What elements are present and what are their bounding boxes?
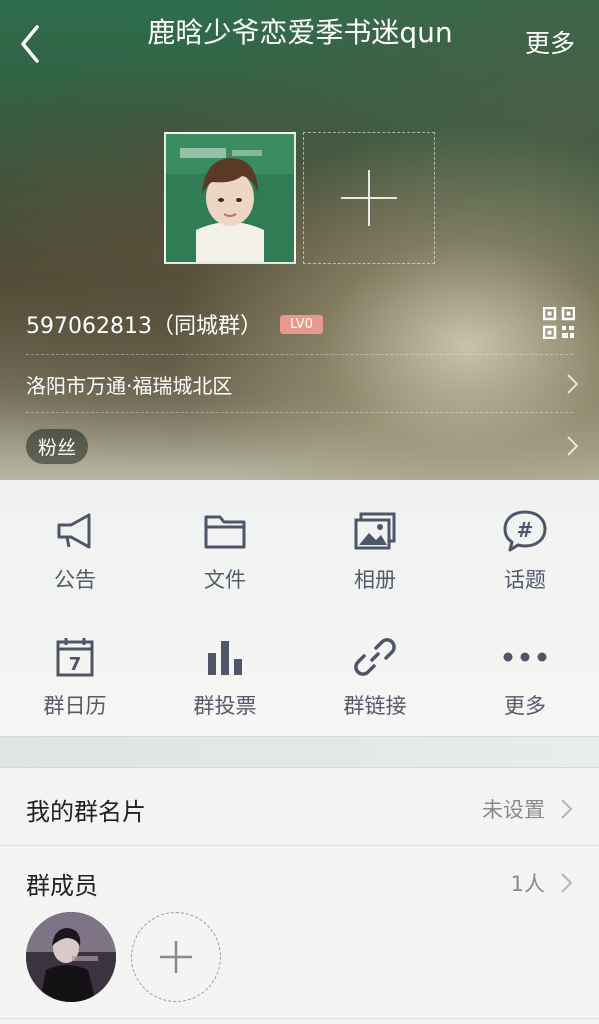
divider (26, 354, 573, 355)
photo-album-icon (352, 508, 398, 554)
my-group-card-value: 未设置 (482, 798, 545, 822)
level-badge: LV0 (279, 314, 323, 334)
divider (0, 845, 599, 846)
group-members-row[interactable]: 群成员 1人 (0, 860, 599, 906)
feature-menu: 公告 文件 相册 # 话题 7 群日历 群投票 群链接 更多 (0, 480, 599, 736)
group-members-label: 群成员 (26, 871, 98, 900)
menu-more[interactable]: 更多 (450, 606, 599, 732)
plus-icon (160, 941, 192, 973)
add-member-button[interactable] (131, 912, 221, 1002)
megaphone-icon (52, 508, 98, 554)
qr-code-icon[interactable] (542, 306, 576, 340)
group-tag-row[interactable]: 粉丝 (26, 426, 579, 466)
folder-icon (202, 508, 248, 554)
page-title: 鹿晗少爷恋爱季书迷qun (147, 16, 453, 49)
chevron-right-icon (561, 873, 573, 893)
menu-label: 群链接 (343, 694, 407, 718)
bar-chart-icon (202, 634, 248, 680)
member-avatar[interactable] (26, 912, 116, 1002)
menu-label: 公告 (54, 568, 96, 592)
menu-link[interactable]: 群链接 (300, 606, 450, 732)
svg-text:#: # (517, 518, 534, 542)
divider (26, 412, 573, 413)
group-avatar[interactable] (164, 132, 296, 264)
menu-topics[interactable]: # 话题 (450, 480, 599, 606)
back-arrow-icon (21, 25, 39, 63)
menu-label: 群日历 (43, 694, 107, 718)
divider (0, 1018, 599, 1019)
back-button[interactable] (10, 22, 50, 66)
member-count: 1人 (510, 872, 545, 896)
location-row[interactable]: 洛阳市万通·福瑞城北区 (26, 364, 579, 404)
chevron-right-icon (567, 374, 579, 394)
calendar-icon: 7 (52, 634, 98, 680)
menu-calendar[interactable]: 7 群日历 (0, 606, 150, 732)
menu-label: 文件 (204, 568, 246, 592)
group-avatar-image (166, 134, 294, 262)
group-location: 洛阳市万通·福瑞城北区 (26, 373, 233, 398)
group-id-row: 597062813（同城群） LV0 (26, 306, 323, 342)
chevron-right-icon (567, 436, 579, 456)
group-tag: 粉丝 (26, 428, 89, 464)
menu-announcement[interactable]: 公告 (0, 480, 150, 606)
menu-label: 话题 (504, 568, 546, 592)
menu-vote[interactable]: 群投票 (150, 606, 300, 732)
svg-text:7: 7 (69, 654, 82, 675)
hashtag-bubble-icon: # (502, 508, 548, 554)
add-photo-button[interactable] (303, 132, 435, 264)
my-group-card-label: 我的群名片 (26, 797, 146, 826)
group-header-background: 鹿晗少爷恋爱季书迷qun 更多 597062813（同城群） LV0 洛阳市万通… (0, 0, 599, 480)
menu-files[interactable]: 文件 (150, 480, 300, 606)
more-dots-icon (502, 634, 548, 680)
group-id: 597062813（同城群） (26, 314, 262, 339)
plus-icon (341, 170, 397, 226)
menu-label: 相册 (354, 568, 396, 592)
menu-album[interactable]: 相册 (300, 480, 450, 606)
menu-label: 群投票 (193, 694, 257, 718)
section-separator (0, 736, 599, 768)
more-button[interactable]: 更多 (525, 24, 575, 60)
member-avatar-image (26, 912, 116, 1002)
link-icon (352, 634, 398, 680)
my-group-card-row[interactable]: 我的群名片 未设置 (0, 784, 599, 834)
chevron-right-icon (561, 799, 573, 819)
menu-label: 更多 (504, 694, 546, 718)
